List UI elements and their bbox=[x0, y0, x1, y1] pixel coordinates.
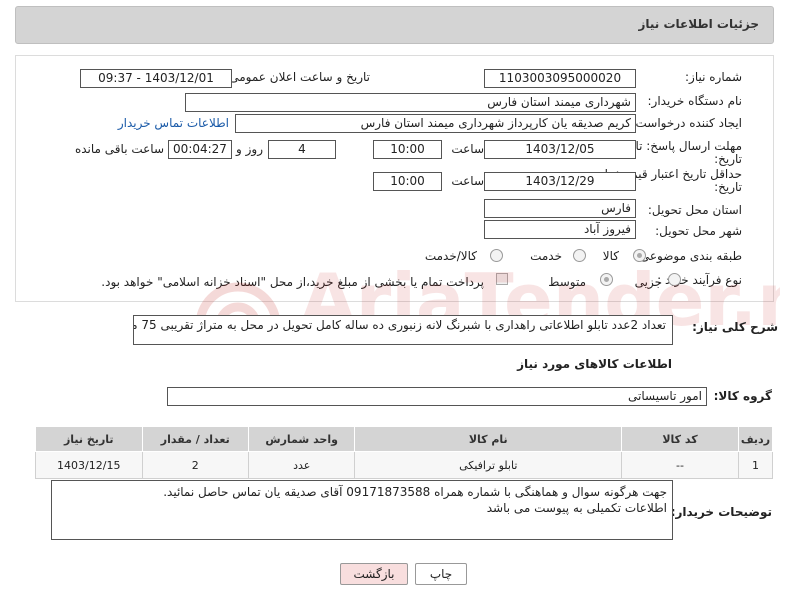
goods-group-label: گروه کالا: bbox=[713, 389, 772, 403]
deadline-date-field[interactable]: 1403/12/05 bbox=[484, 140, 636, 159]
buyer-org-label: نام دستگاه خریدار: bbox=[647, 94, 743, 108]
buyer-notes-label: توضیحات خریدار: bbox=[670, 505, 772, 519]
items-table: ردیف کد کالا نام کالا واحد شمارش تعداد /… bbox=[35, 426, 774, 479]
deadline-label: مهلت ارسال پاسخ: تا bbox=[635, 139, 742, 153]
province-label: استان محل تحویل: bbox=[647, 203, 742, 217]
need-number-field[interactable]: 1103003095000020 bbox=[484, 69, 636, 88]
buyer-notes-line-1: جهت هرگونه سوال و هماهنگی با شماره همراه… bbox=[163, 485, 667, 499]
buyer-notes-line-2: اطلاعات تکمیلی به پیوست می باشد bbox=[486, 501, 667, 515]
category-both-radio[interactable] bbox=[490, 249, 503, 262]
treasury-payment-checkbox[interactable] bbox=[496, 273, 508, 285]
col-item-code: کد کالا bbox=[621, 426, 739, 452]
city-field[interactable]: فیروز آباد bbox=[484, 220, 636, 239]
city-label: شهر محل تحویل: bbox=[655, 224, 742, 238]
buyer-contact-link[interactable]: اطلاعات تماس خریدار bbox=[118, 116, 229, 130]
process-minor-label: جزیی bbox=[634, 275, 662, 289]
deadline-days-label: روز و bbox=[236, 142, 263, 156]
cell-item-code: -- bbox=[621, 451, 739, 479]
buyer-notes-field[interactable]: جهت هرگونه سوال و هماهنگی با شماره همراه… bbox=[51, 480, 673, 540]
remaining-time-field[interactable]: 00:04:27 bbox=[168, 140, 232, 159]
page-title: جزئیات اطلاعات نیاز bbox=[638, 17, 759, 31]
creator-label: ایجاد کننده درخواست: bbox=[631, 116, 742, 130]
page-header: جزئیات اطلاعات نیاز bbox=[15, 6, 774, 44]
province-field[interactable]: فارس bbox=[484, 199, 636, 218]
cell-item-name: تابلو ترافیکی bbox=[354, 451, 623, 479]
goods-group-field[interactable]: امور تاسیساتی bbox=[167, 387, 707, 406]
remaining-time-label: ساعت باقی مانده bbox=[74, 142, 164, 156]
process-minor-radio[interactable] bbox=[668, 273, 681, 286]
items-table-header: ردیف کد کالا نام کالا واحد شمارش تعداد /… bbox=[35, 426, 774, 452]
category-service-label: خدمت bbox=[530, 249, 562, 263]
deadline-days-field[interactable]: 4 bbox=[268, 140, 336, 159]
category-goods-label: کالا bbox=[602, 249, 619, 263]
cell-need-date: 1403/12/15 bbox=[35, 451, 143, 479]
announce-field[interactable]: 1403/12/01 - 09:37 bbox=[80, 69, 232, 88]
deadline-time-field[interactable]: 10:00 bbox=[373, 140, 442, 159]
col-item-name: نام کالا bbox=[354, 426, 623, 452]
validity-label-date: تاریخ: bbox=[714, 180, 742, 194]
print-button[interactable]: چاپ bbox=[415, 563, 467, 585]
back-button[interactable]: بازگشت bbox=[340, 563, 408, 585]
validity-date-field[interactable]: 1403/12/29 bbox=[484, 172, 636, 191]
summary-field[interactable]: تعداد 2عدد تابلو اطلاعاتی راهداری با شبر… bbox=[133, 315, 673, 345]
creator-field[interactable]: کریم صدیقه یان کارپرداز شهرداری میمند اس… bbox=[235, 114, 636, 133]
deadline-label-date: تاریخ: bbox=[714, 152, 742, 166]
table-row: 1 -- تابلو ترافیکی عدد 2 1403/12/15 bbox=[35, 451, 774, 479]
category-label: طبقه بندی موضوعی: bbox=[635, 249, 742, 263]
summary-label: شرح کلی نیاز: bbox=[692, 320, 778, 334]
category-both-label: کالا/خدمت bbox=[424, 249, 477, 263]
category-goods-radio[interactable] bbox=[633, 249, 646, 262]
col-quantity: تعداد / مقدار bbox=[141, 426, 249, 452]
goods-section-title: اطلاعات کالاهای مورد نیاز bbox=[517, 357, 672, 371]
announce-label: تاریخ و ساعت اعلان عمومی: bbox=[225, 70, 370, 84]
cell-unit: عدد bbox=[247, 451, 356, 479]
treasury-payment-note: پرداخت تمام یا بخشی از مبلغ خرید،از محل … bbox=[101, 275, 484, 289]
cell-row-number: 1 bbox=[737, 451, 774, 479]
process-medium-label: متوسط bbox=[548, 275, 586, 289]
buyer-org-field[interactable]: شهرداری میمند استان فارس bbox=[185, 93, 636, 112]
category-service-radio[interactable] bbox=[573, 249, 586, 262]
col-unit: واحد شمارش bbox=[247, 426, 356, 452]
col-need-date: تاریخ نیاز bbox=[35, 426, 143, 452]
deadline-time-label: ساعت bbox=[451, 142, 484, 156]
need-number-label: شماره نیاز: bbox=[685, 70, 742, 84]
process-medium-radio[interactable] bbox=[600, 273, 613, 286]
cell-quantity: 2 bbox=[141, 451, 249, 479]
col-row-number: ردیف bbox=[737, 426, 774, 452]
validity-time-label: ساعت bbox=[451, 174, 484, 188]
validity-time-field[interactable]: 10:00 bbox=[373, 172, 442, 191]
